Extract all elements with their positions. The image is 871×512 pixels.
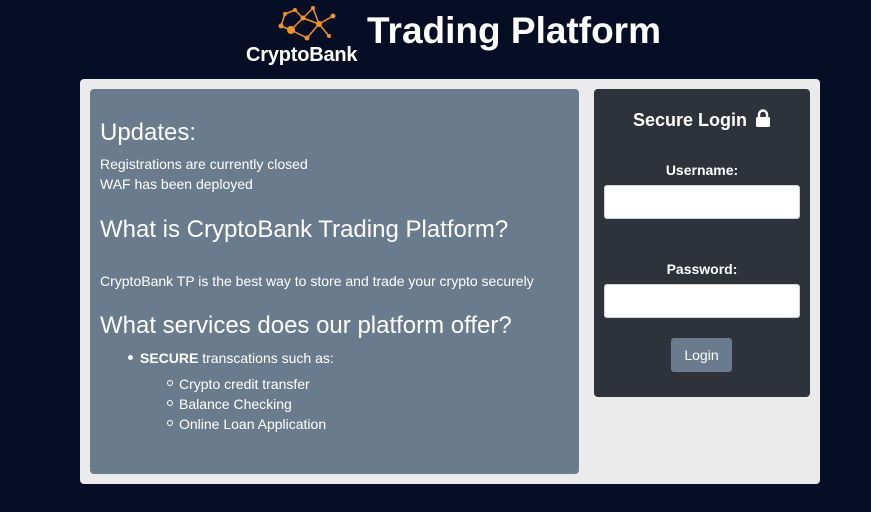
list-item-label: Balance Checking — [179, 396, 292, 412]
network-nodes-icon — [278, 6, 336, 41]
page-title: Trading Platform — [367, 10, 661, 51]
logo-text: CryptoBank — [246, 44, 358, 66]
password-label: Password: — [666, 261, 738, 277]
login-title: Secure Login — [594, 109, 810, 131]
info-panel: Updates: Registrations are currently clo… — [90, 89, 579, 474]
about-heading: What is CryptoBank Trading Platform? — [100, 216, 509, 243]
list-item: Crypto credit transfer — [167, 374, 326, 394]
lock-icon — [756, 109, 771, 127]
login-panel: Secure Login Username: Password: Login — [594, 89, 810, 397]
services-text: transcations such as: — [198, 350, 334, 366]
list-item: Online Loan Application — [167, 414, 326, 434]
list-item-label: Online Loan Application — [179, 416, 327, 432]
main-container: Updates: Registrations are currently clo… — [80, 79, 820, 484]
username-label: Username: — [665, 162, 739, 178]
bullet-icon — [128, 354, 133, 360]
services-list-item: SECURE transcations such as: — [128, 350, 334, 366]
login-button[interactable]: Login — [671, 338, 732, 372]
services-bold-text: SECURE — [140, 350, 199, 366]
list-item: Balance Checking — [167, 394, 326, 414]
services-heading: What services does our platform offer? — [100, 312, 512, 339]
login-title-text: Secure Login — [632, 110, 747, 130]
updates-heading: Updates: — [100, 119, 197, 146]
password-input[interactable] — [604, 284, 800, 318]
update-item: WAF has been deployed — [100, 176, 253, 192]
site-header: CryptoBank Trading Platform — [0, 0, 871, 70]
username-input[interactable] — [604, 185, 800, 219]
circle-bullet-icon — [167, 380, 173, 387]
circle-bullet-icon — [167, 420, 173, 427]
about-text: CryptoBank TP is the best way to store a… — [100, 273, 534, 289]
circle-bullet-icon — [167, 400, 173, 407]
services-sublist: Crypto credit transfer Balance Checking … — [167, 374, 326, 434]
update-item: Registrations are currently closed — [100, 156, 308, 172]
list-item-label: Crypto credit transfer — [179, 376, 310, 392]
cryptobank-logo[interactable]: CryptoBank — [245, 4, 370, 66]
